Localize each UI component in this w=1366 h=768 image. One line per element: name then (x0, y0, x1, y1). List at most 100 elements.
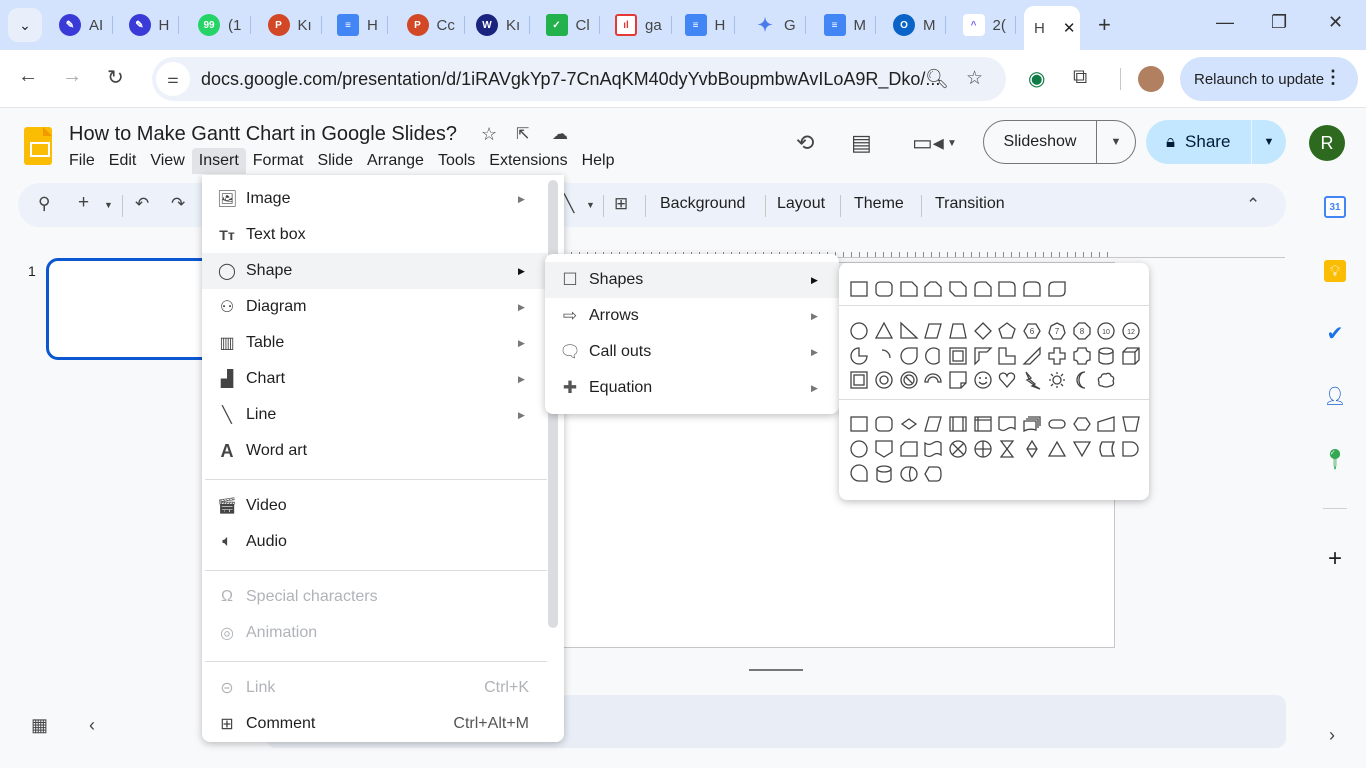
browser-tab[interactable]: ≡ M (823, 10, 876, 40)
insert-menu-item-line[interactable]: ╲ Line ▶ (202, 397, 547, 433)
shape-l-shape-icon[interactable] (995, 344, 1020, 368)
profile-avatar[interactable] (1138, 66, 1164, 92)
shape-diagonal-stripe-icon[interactable] (1020, 344, 1045, 368)
slide-thumbnail[interactable] (46, 258, 216, 360)
insert-menu-item-text-box[interactable]: Tт Text box (202, 217, 547, 253)
share-main[interactable]: 🔒︎ Share (1146, 120, 1252, 164)
shape-lightning-icon[interactable] (1020, 368, 1045, 392)
insert-menu-item-table[interactable]: ▥ Table ▶ (202, 325, 547, 361)
browser-tab[interactable]: 99 (1 (198, 10, 252, 40)
shape-summing-junction-icon[interactable] (946, 437, 971, 461)
theme-button[interactable]: Theme (854, 195, 904, 213)
insert-menu-item-chart[interactable]: ▟ Chart ▶ (202, 361, 547, 397)
menu-edit[interactable]: Edit (102, 148, 144, 174)
shape-trapezoid-icon[interactable] (946, 319, 971, 343)
shape-process-icon[interactable] (847, 412, 872, 436)
browser-tab[interactable]: ✓ Cl (545, 10, 600, 40)
shape-direct-access-icon[interactable] (896, 462, 921, 486)
shape-cloud-icon[interactable] (1094, 368, 1119, 392)
maps-icon[interactable]: 📍︎ (1322, 448, 1347, 471)
minimize-button[interactable]: — (1216, 12, 1234, 33)
menu-tools[interactable]: Tools (431, 148, 482, 174)
shape-alternate-process-icon[interactable] (872, 412, 897, 436)
account-avatar[interactable]: R (1309, 125, 1345, 161)
shape-pentagon-icon[interactable] (995, 319, 1020, 343)
shape-frame-icon[interactable] (946, 344, 971, 368)
shape-predefined-process-icon[interactable] (946, 412, 971, 436)
layout-button[interactable]: Layout (777, 195, 825, 213)
menu-view[interactable]: View (143, 148, 191, 174)
shape-decagon-10-icon[interactable]: 10 (1094, 319, 1119, 343)
shape-can-icon[interactable] (1094, 344, 1119, 368)
shape-bevel-icon[interactable] (847, 368, 872, 392)
insert-menu-item-image[interactable]: 🖼︎ Image ▶ (202, 181, 547, 217)
undo-icon[interactable]: ↶ (135, 194, 149, 214)
browser-tab[interactable]: P Kı (267, 10, 322, 40)
shape-heptagon-7-icon[interactable]: 7 (1045, 319, 1070, 343)
menu-help[interactable]: Help (575, 148, 622, 174)
shape-octagon-8-icon[interactable]: 8 (1069, 319, 1094, 343)
shape-no-symbol-icon[interactable] (896, 368, 921, 392)
menu-arrange[interactable]: Arrange (360, 148, 431, 174)
shape-document-icon[interactable] (995, 412, 1020, 436)
shape-preparation-icon[interactable] (1069, 412, 1094, 436)
back-button[interactable]: ← (18, 65, 38, 88)
menu-extensions[interactable]: Extensions (482, 148, 574, 174)
insert-menu-item-comment[interactable]: ⊞ Comment Ctrl+Alt+M (202, 706, 547, 742)
line-dropdown-icon[interactable]: ▼ (586, 200, 595, 210)
insert-menu-item-word-art[interactable]: A Word art (202, 433, 547, 469)
shape-round-diagonal-icon[interactable] (1045, 277, 1070, 301)
shape-parallelogram-icon[interactable] (921, 319, 946, 343)
slides-logo[interactable] (24, 127, 52, 165)
shape-submenu-item-equation[interactable]: ✚ Equation ▶ (545, 370, 839, 406)
shape-oval-icon[interactable] (847, 319, 872, 343)
browser-tab[interactable]: ≡ H (684, 10, 736, 40)
site-info-button[interactable]: ⚌ (156, 62, 190, 96)
shape-offpage-connector-icon[interactable] (872, 437, 897, 461)
shape-snip-single-corner-icon[interactable] (896, 277, 921, 301)
slideshow-button[interactable]: Slideshow ▼ (983, 120, 1136, 164)
transition-button[interactable]: Transition (935, 195, 1005, 213)
shape-donut-icon[interactable] (872, 368, 897, 392)
star-icon[interactable]: ☆ (481, 124, 497, 145)
shape-rounded-rectangle-icon[interactable] (872, 277, 897, 301)
insert-menu-item-video[interactable]: 🎬︎ Video (202, 488, 547, 524)
shape-right-triangle-icon[interactable] (896, 319, 921, 343)
insert-menu-item-shape[interactable]: ◯ Shape ▶ (202, 253, 547, 289)
new-tab-button[interactable]: + (1098, 12, 1111, 38)
shape-data-icon[interactable] (921, 412, 946, 436)
add-comment-icon[interactable]: ⊞ (614, 194, 628, 214)
shape-triangle-icon[interactable] (872, 319, 897, 343)
close-window-button[interactable]: ✕ (1328, 12, 1343, 33)
collapse-toolbar-icon[interactable]: ⌃ (1246, 195, 1260, 215)
tasks-icon[interactable]: ✔ (1324, 322, 1346, 345)
calendar-icon[interactable]: 31 (1324, 196, 1346, 218)
browser-tab[interactable]: ıl ga (615, 10, 672, 40)
shape-submenu-item-call-outs[interactable]: 🗨︎ Call outs ▶ (545, 334, 839, 370)
shape-dodecagon-12-icon[interactable]: 12 (1119, 319, 1144, 343)
close-tab-icon[interactable]: ✕ (1063, 19, 1076, 37)
shape-merge-icon[interactable] (1069, 437, 1094, 461)
document-title[interactable]: How to Make Gantt Chart in Google Slides… (69, 123, 457, 146)
shape-plaque-icon[interactable] (1069, 344, 1094, 368)
tab-search-button[interactable]: ⌄ (8, 8, 42, 42)
shape-submenu-item-shapes[interactable]: ☐ Shapes ▶ (545, 262, 839, 298)
line-tool-icon[interactable]: ╲ (564, 194, 574, 214)
contacts-icon[interactable]: 👤︎ (1324, 385, 1347, 407)
expand-side-panel-icon[interactable]: › (1329, 725, 1335, 746)
forward-button[interactable]: → (62, 65, 82, 88)
shape-magnetic-disk-icon[interactable] (872, 462, 897, 486)
meet-dropdown-icon[interactable]: ▼ (947, 138, 957, 149)
menu-format[interactable]: Format (246, 148, 311, 174)
shape-heart-icon[interactable] (995, 368, 1020, 392)
menu-insert[interactable]: Insert (191, 148, 246, 174)
shape-block-arc-icon[interactable] (921, 368, 946, 392)
keep-icon[interactable]: 💡︎ (1324, 260, 1346, 282)
shape-moon-icon[interactable] (1069, 368, 1094, 392)
browser-tab[interactable]: ^ 2( (962, 10, 1016, 40)
shape-submenu-item-arrows[interactable]: ⇨ Arrows ▶ (545, 298, 839, 334)
shape-round-single-corner-icon[interactable] (995, 277, 1020, 301)
get-addons-icon[interactable]: + (1324, 545, 1346, 572)
bookmark-star-icon[interactable]: ☆ (966, 67, 983, 90)
shape-manual-operation-icon[interactable] (1119, 412, 1144, 436)
